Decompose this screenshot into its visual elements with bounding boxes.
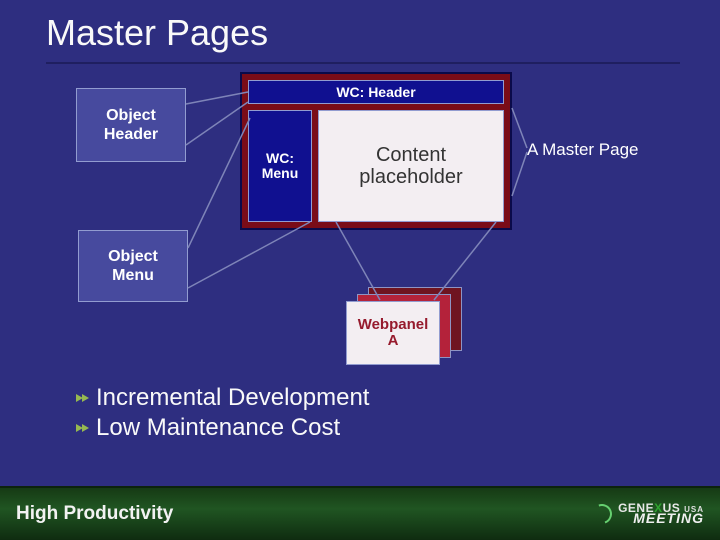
wc-menu-block: WC: Menu xyxy=(248,110,312,222)
wc-menu-line2: Menu xyxy=(249,166,311,181)
content-line2: placeholder xyxy=(319,166,503,188)
obj-header-line1: Object xyxy=(77,106,185,125)
slide-title: Master Pages xyxy=(46,12,268,54)
master-page-box: WC: Header WC: Menu Content placeholder xyxy=(240,72,512,230)
obj-menu-line1: Object xyxy=(79,247,187,266)
webpanel-card-front: Webpanel A xyxy=(346,301,440,365)
double-arrow-icon xyxy=(76,421,90,435)
master-page-label: A Master Page xyxy=(527,140,639,160)
footer-bar: High Productivity GENEXUS USA MEETING xyxy=(0,486,720,540)
logo-event: MEETING xyxy=(633,513,704,524)
bullet-item: Low Maintenance Cost xyxy=(76,414,369,442)
bullet-text: Low Maintenance Cost xyxy=(96,414,340,442)
obj-menu-line2: Menu xyxy=(79,266,187,285)
wc-header-block: WC: Header xyxy=(248,80,504,104)
object-menu-callout: Object Menu xyxy=(78,230,188,302)
content-placeholder-block: Content placeholder xyxy=(318,110,504,222)
title-underline xyxy=(46,62,680,64)
logo-swoosh-icon xyxy=(589,501,616,528)
webpanel-stack: Webpanel A xyxy=(346,287,466,365)
webpanel-line2: A xyxy=(347,333,439,349)
bullet-item: Incremental Development xyxy=(76,384,369,412)
bullet-list: Incremental Development Low Maintenance … xyxy=(76,384,369,444)
logo-mark: GENEXUS USA MEETING xyxy=(618,504,704,525)
bullet-text: Incremental Development xyxy=(96,384,369,412)
wc-menu-line1: WC: xyxy=(249,151,311,166)
object-header-callout: Object Header xyxy=(76,88,186,162)
content-line1: Content xyxy=(319,144,503,166)
footer-text: High Productivity xyxy=(16,503,173,525)
obj-header-line2: Header xyxy=(77,125,185,144)
double-arrow-icon xyxy=(76,391,90,405)
footer-logo: GENEXUS USA MEETING xyxy=(592,504,704,525)
webpanel-line1: Webpanel xyxy=(347,317,439,333)
